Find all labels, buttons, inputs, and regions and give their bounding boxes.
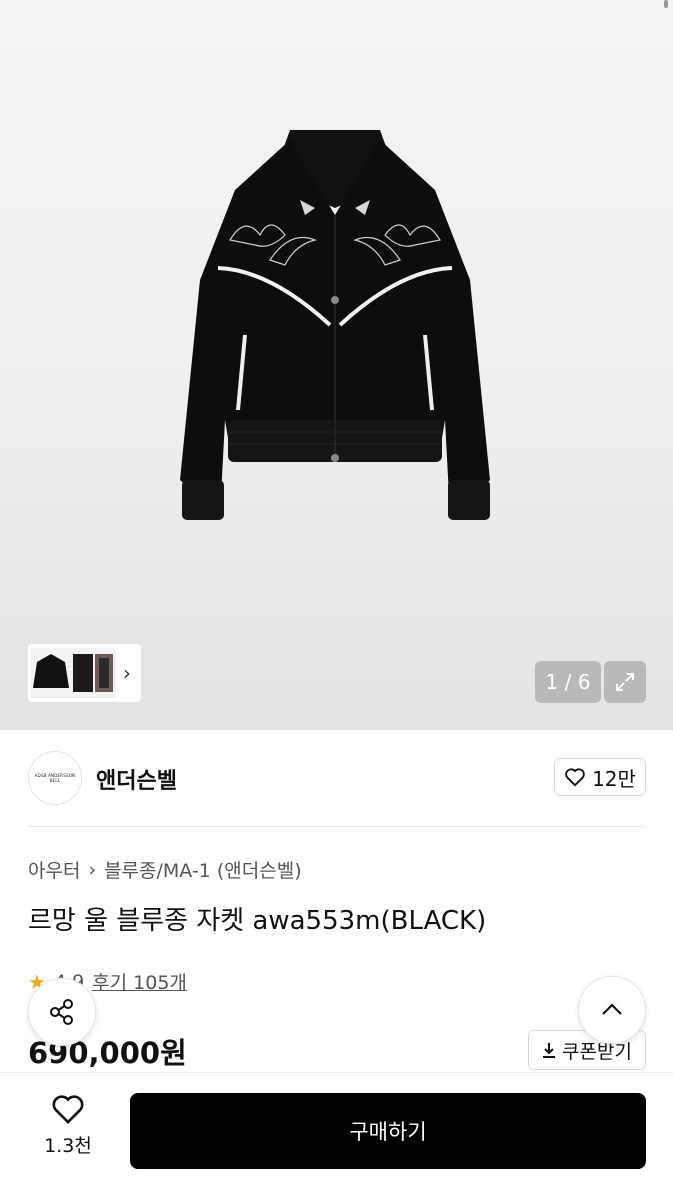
product-title: 르망 울 블루종 자켓 awa553m(BLACK) — [28, 906, 487, 936]
brand-row[interactable]: ADSB ANDERSSON BELL 앤더슨벨 12만 — [28, 751, 646, 807]
product-photo-jacket[interactable] — [150, 120, 520, 530]
thumbnail-strip[interactable]: › — [28, 644, 141, 702]
heart-icon — [52, 1095, 84, 1124]
wish-count: 1.3천 — [44, 1135, 92, 1157]
review-link[interactable]: 후기 105개 — [92, 968, 187, 995]
chevron-right-icon[interactable]: › — [116, 661, 138, 685]
bottom-action-bar: 1.3천 구매하기 — [0, 1072, 673, 1200]
brand-like-count: 12만 — [592, 766, 636, 791]
chevron-right-icon: › — [88, 858, 97, 881]
breadcrumb-category[interactable]: 아우터 — [28, 856, 80, 883]
expand-icon[interactable] — [604, 661, 646, 703]
chevron-up-icon — [602, 1003, 622, 1015]
heart-icon — [565, 768, 585, 787]
thumbnail-images[interactable] — [31, 648, 116, 698]
download-icon — [543, 1043, 556, 1058]
image-counter: 1 / 6 — [535, 661, 601, 703]
share-icon — [50, 999, 73, 1025]
brand-logo[interactable]: ADSB ANDERSSON BELL — [28, 751, 82, 805]
scroll-top-button[interactable] — [578, 976, 646, 1044]
wish-button[interactable]: 1.3천 — [28, 1093, 108, 1158]
buy-button[interactable]: 구매하기 — [130, 1093, 646, 1169]
scroll-indicator — [664, 0, 668, 8]
brand-logo-text: ADSB ANDERSSON BELL — [34, 773, 76, 783]
breadcrumb-subcategory[interactable]: 블루종/MA-1 (앤더슨벨) — [104, 856, 302, 883]
divider — [28, 826, 646, 827]
product-image-gallery[interactable]: › 1 / 6 — [0, 0, 673, 730]
breadcrumb: 아우터 › 블루종/MA-1 (앤더슨벨) — [28, 856, 302, 883]
share-button[interactable] — [28, 978, 96, 1046]
brand-like-button[interactable]: 12만 — [554, 758, 646, 796]
brand-name[interactable]: 앤더슨벨 — [96, 763, 177, 795]
